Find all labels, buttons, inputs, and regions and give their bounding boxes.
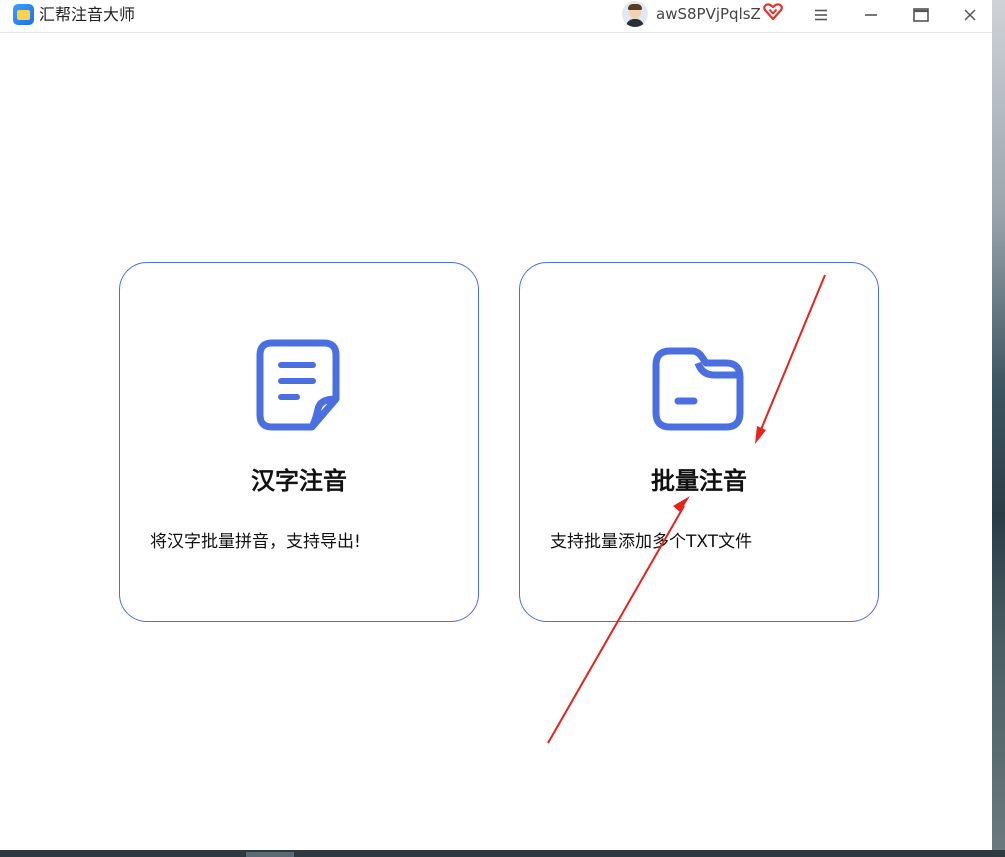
- menu-button[interactable]: [802, 0, 840, 30]
- card-description: 将汉字批量拼音，支持导出!: [150, 532, 361, 552]
- app-title: 汇帮注音大师: [39, 5, 136, 24]
- user-name[interactable]: awS8PVjPqlsZ: [656, 5, 761, 23]
- minimize-icon: [865, 14, 877, 16]
- menu-icon: [815, 9, 827, 21]
- title-bar: 汇帮注音大师 awS8PVjPqlsZ: [0, 0, 992, 33]
- card-batch-pinyin[interactable]: 批量注音 支持批量添加多个TXT文件: [519, 262, 879, 622]
- card-title: 汉字注音: [251, 467, 347, 495]
- close-button[interactable]: [951, 0, 989, 30]
- document-icon: [256, 339, 340, 431]
- maximize-icon: [913, 8, 929, 22]
- app-logo-icon: [13, 4, 34, 25]
- app-window: 汇帮注音大师 awS8PVjPqlsZ 汉字注音 将汉字批量拼音，支持导出! 批…: [0, 0, 992, 850]
- user-avatar[interactable]: [622, 1, 648, 27]
- card-hanzi-pinyin[interactable]: 汉字注音 将汉字批量拼音，支持导出!: [119, 262, 479, 622]
- close-icon: [964, 9, 976, 21]
- card-description: 支持批量添加多个TXT文件: [550, 532, 753, 552]
- minimize-button[interactable]: [852, 0, 890, 30]
- card-title: 批量注音: [651, 467, 747, 495]
- vip-heart-icon[interactable]: [763, 3, 783, 21]
- taskbar-edge: [0, 850, 1005, 857]
- folder-icon: [652, 347, 744, 431]
- desktop-background: [992, 0, 1005, 857]
- maximize-button[interactable]: [902, 0, 940, 30]
